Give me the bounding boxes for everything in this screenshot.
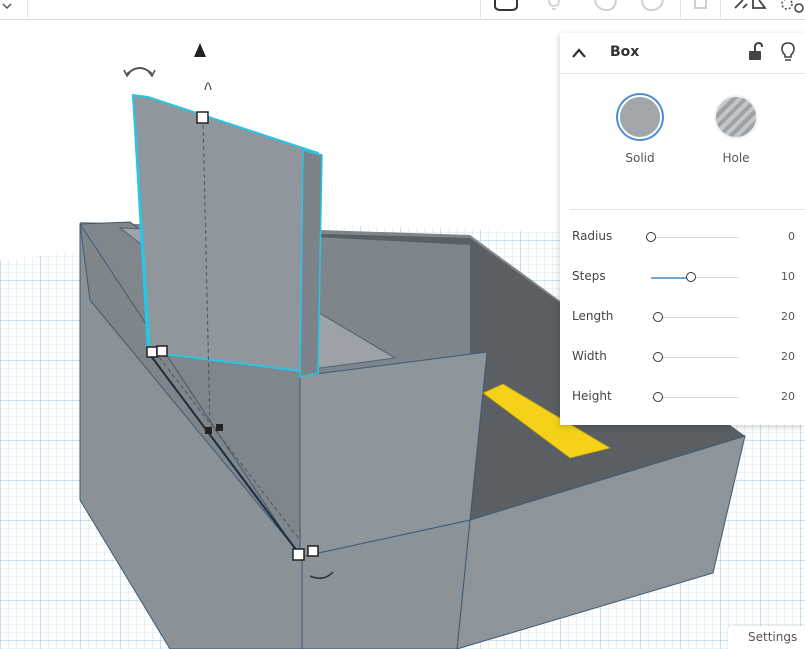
steps-value[interactable]: 10 — [781, 270, 795, 283]
top-center-handle[interactable] — [196, 111, 209, 124]
height-value[interactable]: 20 — [781, 390, 795, 403]
length-value[interactable]: 20 — [781, 310, 795, 323]
hole-button[interactable]: Hole — [706, 95, 766, 165]
width-value[interactable]: 20 — [781, 350, 795, 363]
steps-label: Steps — [572, 269, 606, 283]
panel-title: Box — [610, 44, 640, 60]
settings-button[interactable]: Settings — [728, 626, 805, 649]
width-row: Width 20 — [572, 347, 797, 367]
corner-handle[interactable] — [146, 346, 158, 358]
mirror-icon[interactable] — [732, 0, 768, 14]
length-label: Length — [572, 309, 614, 323]
hole-swatch — [714, 95, 758, 139]
corner-handle[interactable] — [307, 545, 319, 557]
midpoint-handle[interactable] — [216, 424, 223, 431]
radius-slider[interactable] — [646, 232, 739, 242]
settings-label: Settings — [748, 630, 798, 644]
redo-icon[interactable] — [638, 0, 668, 14]
toolbar-separator — [720, 0, 721, 20]
chevron-up-icon[interactable] — [570, 45, 588, 61]
height-slider-knob[interactable] — [653, 392, 663, 402]
width-slider-knob[interactable] — [653, 352, 663, 362]
corner-handle[interactable] — [292, 548, 305, 561]
length-slider[interactable] — [651, 312, 739, 322]
group-icon[interactable] — [778, 0, 805, 14]
hole-label: Hole — [722, 151, 750, 165]
length-slider-knob[interactable] — [653, 312, 663, 322]
solid-swatch — [618, 95, 662, 139]
height-slider[interactable] — [651, 392, 739, 402]
toolbar-separator — [27, 0, 28, 20]
steps-slider-knob[interactable] — [686, 272, 696, 282]
radius-slider-knob[interactable] — [646, 232, 656, 242]
plate-edge — [299, 149, 323, 378]
steps-row: Steps 10 — [572, 267, 797, 287]
height-label: Height — [572, 389, 612, 403]
unlock-icon[interactable] — [746, 42, 764, 62]
lightbulb-icon[interactable] — [544, 0, 564, 14]
panel-divider — [570, 209, 805, 210]
panel-header: Box — [560, 33, 805, 74]
corner-handle[interactable] — [156, 345, 168, 357]
lightbulb-icon[interactable] — [779, 41, 797, 63]
comment-icon[interactable] — [492, 0, 520, 14]
steps-slider-fill — [651, 277, 691, 279]
length-row: Length 20 — [572, 307, 797, 327]
flag-icon[interactable] — [690, 0, 710, 14]
toolbar-separator — [480, 0, 481, 20]
solid-label: Solid — [625, 151, 655, 165]
width-label: Width — [572, 349, 607, 363]
radius-row: Radius 0 — [572, 227, 797, 247]
radius-label: Radius — [572, 229, 613, 243]
midpoint-handle[interactable] — [205, 427, 212, 434]
steps-slider[interactable] — [651, 272, 739, 282]
undo-icon[interactable] — [590, 0, 620, 14]
height-row: Height 20 — [572, 387, 797, 407]
toolbar-separator — [680, 0, 681, 20]
solid-button[interactable]: Solid — [610, 95, 670, 165]
radius-value[interactable]: 0 — [788, 230, 795, 243]
top-toolbar — [0, 0, 805, 20]
shape-inspector-panel: Box Solid Hole Radius 0 Steps 10 Length … — [560, 33, 805, 425]
dropdown-chevron-icon[interactable] — [0, 0, 14, 14]
width-slider[interactable] — [651, 352, 739, 362]
